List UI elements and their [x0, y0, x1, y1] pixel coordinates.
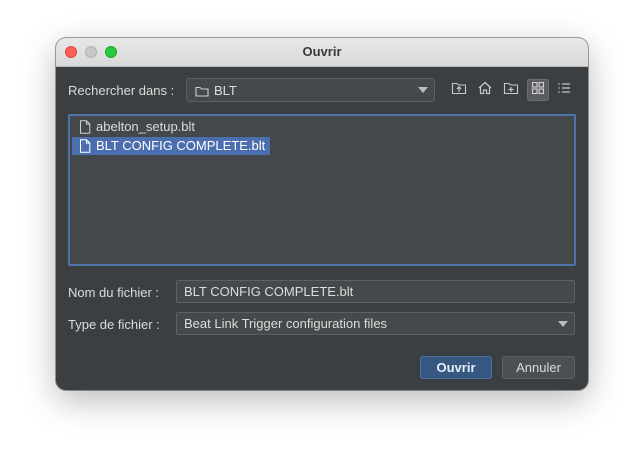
file-name-input[interactable]: BLT CONFIG COMPLETE.blt: [176, 280, 575, 303]
file-name: BLT CONFIG COMPLETE.blt: [96, 138, 266, 153]
cancel-button[interactable]: Annuler: [502, 356, 575, 379]
folder-icon: [195, 84, 209, 102]
details-view-icon: [557, 81, 571, 100]
window-title: Ouvrir: [302, 44, 342, 59]
list-view-icon: [531, 81, 545, 100]
list-view-button[interactable]: [527, 79, 549, 101]
file-type-label: Type de fichier :: [68, 317, 160, 332]
file-list[interactable]: abelton_setup.blt BLT CONFIG COMPLETE.bl…: [68, 114, 576, 266]
file-type-value: Beat Link Trigger configuration files: [184, 316, 388, 331]
look-in-value: BLT: [214, 83, 237, 98]
look-in-label: Rechercher dans :: [68, 83, 175, 98]
title-bar[interactable]: Ouvrir: [56, 38, 588, 67]
look-in-combo[interactable]: BLT: [186, 78, 435, 102]
file-icon: [79, 139, 91, 158]
file-name: abelton_setup.blt: [96, 119, 196, 134]
file-type-select[interactable]: Beat Link Trigger configuration files: [176, 312, 575, 335]
new-folder-button[interactable]: [500, 79, 522, 101]
open-dialog: Ouvrir Rechercher dans : BLT abelton_set…: [56, 38, 588, 390]
chevron-down-icon[interactable]: [558, 321, 568, 327]
details-view-button[interactable]: [553, 79, 575, 101]
open-button[interactable]: Ouvrir: [420, 356, 492, 379]
file-item[interactable]: abelton_setup.blt: [72, 118, 200, 136]
chevron-down-icon[interactable]: [418, 87, 428, 93]
file-item-selected[interactable]: BLT CONFIG COMPLETE.blt: [72, 137, 271, 158]
home-button[interactable]: [474, 79, 496, 101]
new-folder-icon: [503, 81, 519, 100]
up-folder-button[interactable]: [448, 79, 470, 101]
home-icon: [477, 81, 493, 100]
file-name-label: Nom du fichier :: [68, 285, 160, 300]
up-folder-icon: [451, 81, 467, 100]
